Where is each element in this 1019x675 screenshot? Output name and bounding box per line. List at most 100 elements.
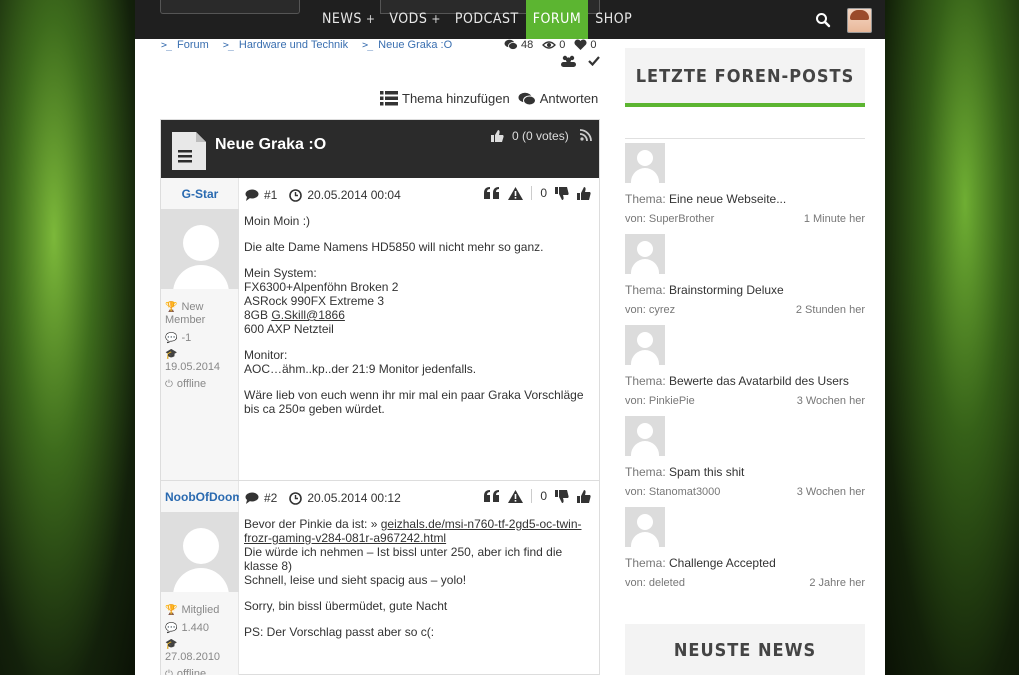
search-icon[interactable] [815, 12, 831, 28]
heart-icon [574, 39, 587, 50]
add-topic-button[interactable]: Thema hinzufügen [380, 91, 510, 106]
forum-post-title[interactable]: Thema: Eine neue Webseite... [625, 192, 865, 206]
forum-post-item[interactable]: Thema: Brainstorming Deluxe von: cyrez 2 S… [625, 230, 865, 321]
forum-posts-header: LETZTE FOREN-POSTS [625, 48, 865, 107]
user-avatar[interactable] [161, 209, 239, 289]
reply-button[interactable]: Antworten [518, 91, 599, 106]
post-score: 0 [540, 489, 547, 503]
post-tools: 0 [484, 489, 591, 503]
thumbs-down-icon[interactable] [555, 186, 569, 200]
header-search-field[interactable] [160, 0, 300, 14]
breadcrumb-forum[interactable]: >_ Forum [161, 39, 209, 51]
breadcrumb-thread[interactable]: >_ Neue Graka :O [362, 39, 452, 51]
forum-post-meta: von: cyrez 2 Stunden her [625, 304, 865, 316]
forum-post-author[interactable]: cyrez [649, 304, 675, 316]
divider [531, 489, 533, 503]
trophy-icon: 🏆 [165, 302, 178, 313]
nav-item-shop[interactable]: SHOP [588, 0, 639, 39]
forum-post-title[interactable]: Thema: Spam this shit [625, 465, 865, 479]
nav-item-forum[interactable]: FORUM [525, 0, 589, 39]
report-icon[interactable] [508, 489, 524, 503]
forum-post-time: 2 Stunden her [795, 304, 865, 316]
nav-item-label: PODCAST [454, 11, 519, 27]
graduation-cap-icon: 🎓 [165, 349, 178, 360]
power-icon: ⏻ [165, 669, 173, 675]
forum-post-author[interactable]: Stanomat3000 [649, 486, 721, 498]
thread-box: Neue Graka :O 0 (0 votes) G-Star 🏆 New Me… [160, 119, 600, 675]
comment-icon [245, 189, 259, 201]
document-icon [172, 132, 206, 170]
post-username[interactable]: NoobOfDoom [161, 490, 239, 504]
post-text: Sorry, bin bissl übermüdet, gute Nacht [244, 599, 448, 613]
add-topic-label: Thema hinzufügen [402, 91, 510, 106]
forum-post-meta: von: deleted 2 Jahre her [625, 577, 865, 589]
user-avatar[interactable] [625, 507, 665, 547]
breadcrumb-label: Neue Graka :O [378, 39, 453, 51]
post-username[interactable]: G-Star [161, 187, 239, 201]
thumbs-down-icon[interactable] [555, 489, 569, 503]
user-avatar[interactable] [847, 8, 872, 33]
thumbs-up-icon [491, 130, 504, 142]
eye-icon [542, 41, 557, 49]
check-icon[interactable] [588, 55, 600, 66]
forum-post-title[interactable]: Thema: Bewerte das Avatarbild des Users [625, 374, 865, 388]
forum-post-item[interactable]: Thema: Bewerte das Avatarbild des Users v… [625, 321, 865, 412]
report-icon[interactable] [508, 186, 524, 200]
user-avatar[interactable] [625, 234, 665, 274]
user-avatar[interactable] [625, 325, 665, 365]
forum-post-item[interactable]: Thema: Spam this shit von: Stanomat3000 3 … [625, 412, 865, 503]
user-post-count: 💬 1.440 [165, 622, 209, 634]
forum-post-time: 1 Minute her [803, 213, 865, 225]
page: NEWS + VODS + PODCAST FORUM SHOP >_ Forum >… [135, 0, 885, 675]
replies-value: 48 [521, 39, 534, 51]
user-rank: 🏆 New Member [165, 301, 206, 326]
nav-item-vods[interactable]: VODS + [382, 0, 448, 39]
forum-posts-title: LETZTE FOREN-POSTS [635, 66, 855, 87]
email-link[interactable]: G.Skill@1866 [271, 308, 345, 322]
forum-post-author[interactable]: SuperBrother [649, 213, 714, 225]
quote-icon[interactable] [484, 186, 500, 200]
thumbs-up-icon[interactable] [577, 489, 591, 503]
forum-post-item[interactable]: Thema: Challenge Accepted von: deleted 2 J… [625, 503, 865, 594]
news-header: NEUSTE NEWS [625, 624, 865, 675]
users-icon[interactable] [561, 55, 576, 67]
post-date: 20.05.2014 00:12 [289, 491, 401, 505]
breadcrumb-label: Hardware und Technik [238, 39, 349, 51]
user-avatar[interactable] [625, 416, 665, 456]
forum-post-meta: von: PinkiePie 3 Wochen her [625, 395, 865, 407]
nav-item-podcast[interactable]: PODCAST [448, 0, 526, 39]
thumbs-up-icon[interactable] [577, 186, 591, 200]
breadcrumb-hardware[interactable]: >_ Hardware und Technik [223, 39, 348, 51]
comments-icon [504, 39, 518, 50]
thread-votes-value: 0 (0 votes) [512, 129, 569, 143]
background-right [884, 0, 1019, 675]
post-number[interactable]: #2 [245, 491, 277, 505]
views-count: 0 [542, 39, 565, 51]
user-avatar[interactable] [161, 512, 239, 592]
likes-count: 0 [574, 39, 597, 51]
forum-post-author[interactable]: PinkiePie [649, 395, 695, 407]
forum-post-time: 2 Jahre her [809, 577, 865, 589]
thread-actions: Thema hinzufügen Antworten [372, 91, 598, 106]
post-number[interactable]: #1 [245, 188, 277, 202]
quote-icon[interactable] [484, 489, 500, 503]
post-user-panel: NoobOfDoom 🏆 Mitglied 💬 1.440 🎓 27.08.2010 … [161, 481, 239, 675]
forum-post-title[interactable]: Thema: Challenge Accepted [625, 556, 865, 570]
forum-post-author[interactable]: deleted [649, 577, 685, 589]
post-text: Monitor: AOC…ähm..kp..der 21:9 Monitor j… [244, 348, 477, 376]
user-join-date: 🎓 27.08.2010 [165, 639, 221, 663]
post: NoobOfDoom 🏆 Mitglied 💬 1.440 🎓 27.08.2010 … [161, 481, 599, 675]
post-user-panel: G-Star 🏆 New Member 💬 -1 🎓 19.05.2014 ⏻ offl… [161, 178, 239, 480]
nav-item-label: SHOP [595, 11, 633, 27]
nav-item-news[interactable]: NEWS + [315, 0, 382, 39]
forum-post-title[interactable]: Thema: Brainstorming Deluxe [625, 283, 865, 297]
rss-icon[interactable] [580, 129, 592, 141]
background-left [0, 0, 135, 675]
forum-post-item[interactable]: Thema: Eine neue Webseite... von: SuperBr… [625, 139, 865, 230]
reply-label: Antworten [539, 91, 599, 106]
user-avatar[interactable] [625, 143, 665, 183]
plus-icon: + [431, 12, 441, 26]
sidebar: LETZTE FOREN-POSTS Thema: Eine neue Webs… [625, 48, 865, 594]
thread-rating[interactable]: 0 (0 votes) [491, 129, 569, 143]
graduation-cap-icon: 🎓 [165, 639, 178, 650]
